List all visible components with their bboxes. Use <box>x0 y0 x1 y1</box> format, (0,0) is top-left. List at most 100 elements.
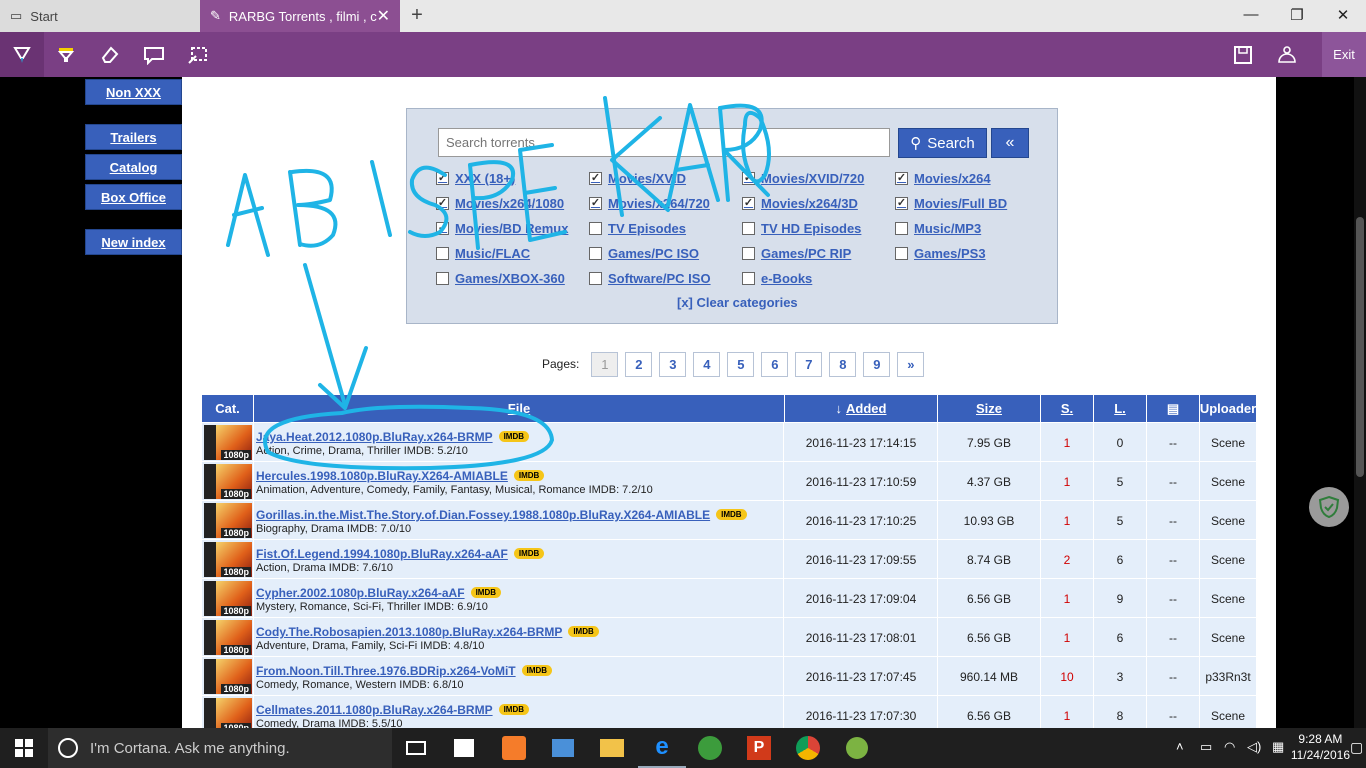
category-cell[interactable]: 1080p <box>202 462 254 501</box>
x264-1080p-category-icon[interactable]: 1080p <box>204 620 252 655</box>
header-added[interactable]: ↓ Added <box>785 395 938 422</box>
category-checkbox[interactable] <box>436 271 449 285</box>
category-checkbox[interactable]: ✓ <box>895 171 908 185</box>
page-scrollbar[interactable] <box>1354 77 1366 728</box>
highlighter-tool-icon[interactable] <box>44 32 88 77</box>
chrome-icon[interactable] <box>784 728 832 768</box>
category-label[interactable]: e-Books <box>761 271 812 286</box>
category-option[interactable]: ✓ Movies/Full BD <box>895 195 1007 211</box>
cortana-search-box[interactable]: I'm Cortana. Ask me anything. <box>48 728 392 768</box>
category-checkbox[interactable] <box>742 271 755 285</box>
category-option[interactable]: Games/XBOX-360 <box>436 270 565 286</box>
nav-box-office[interactable]: Box Office <box>85 184 182 210</box>
category-option[interactable]: TV HD Episodes <box>742 220 861 236</box>
imdb-badge[interactable]: IMDB <box>470 587 502 598</box>
scrollbar-thumb[interactable] <box>1356 217 1364 477</box>
x264-1080p-category-icon[interactable]: 1080p <box>204 542 252 577</box>
category-label[interactable]: TV HD Episodes <box>761 221 861 236</box>
category-cell[interactable]: 1080p <box>202 696 254 728</box>
category-label[interactable]: XXX (18+) <box>455 171 515 186</box>
file-link[interactable]: Hercules.1998.1080p.BluRay.X264-AMIABLE <box>256 469 508 483</box>
uploader-cell[interactable]: Scene <box>1200 579 1256 618</box>
battery-icon[interactable]: ▭ <box>1200 739 1212 755</box>
category-label[interactable]: Movies/x264/1080 <box>455 196 564 211</box>
page-link[interactable]: 2 <box>625 351 653 377</box>
category-option[interactable]: ✓ Movies/x264/3D <box>742 195 858 211</box>
category-checkbox[interactable]: ✓ <box>589 171 602 185</box>
collapse-search-button[interactable]: « <box>991 128 1029 158</box>
category-option[interactable]: Music/MP3 <box>895 220 981 236</box>
category-cell[interactable]: 1080p <box>202 501 254 540</box>
xampp-icon[interactable] <box>490 728 538 768</box>
store-icon[interactable] <box>440 728 488 768</box>
category-checkbox[interactable] <box>589 221 602 235</box>
header-seeders[interactable]: S. <box>1041 395 1094 422</box>
category-option[interactable]: Music/FLAC <box>436 245 530 261</box>
share-note-icon[interactable] <box>1265 32 1309 77</box>
page-link[interactable]: 4 <box>693 351 721 377</box>
category-checkbox[interactable]: ✓ <box>742 196 755 210</box>
header-size[interactable]: Size <box>938 395 1041 422</box>
category-checkbox[interactable] <box>742 221 755 235</box>
category-option[interactable]: Software/PC ISO <box>589 270 711 286</box>
tab-start[interactable]: ▭ Start <box>0 0 200 32</box>
close-tab-icon[interactable]: ✕ <box>377 6 390 26</box>
imdb-badge[interactable]: IMDB <box>521 665 553 676</box>
category-option[interactable]: e-Books <box>742 270 812 286</box>
header-file[interactable]: File <box>254 395 785 422</box>
imdb-badge[interactable]: IMDB <box>568 626 599 637</box>
imdb-badge[interactable]: IMDB <box>498 431 530 442</box>
system-clock[interactable]: 9:28 AM 11/24/2016 <box>1291 731 1350 763</box>
category-checkbox[interactable] <box>589 246 602 260</box>
remote-desktop-icon[interactable] <box>539 728 587 768</box>
file-link[interactable]: Cody.The.Robosapien.2013.1080p.BluRay.x2… <box>256 625 562 639</box>
new-tab-button[interactable]: + <box>405 4 429 27</box>
clear-categories-link[interactable]: [x] Clear categories <box>677 295 798 310</box>
imdb-badge[interactable]: IMDB <box>716 509 747 520</box>
page-link[interactable]: 3 <box>659 351 687 377</box>
category-checkbox[interactable]: ✓ <box>895 196 908 210</box>
close-window-icon[interactable]: ✕ <box>1328 6 1358 24</box>
category-checkbox[interactable] <box>742 246 755 260</box>
imdb-badge[interactable]: IMDB <box>513 470 545 481</box>
x264-1080p-category-icon[interactable]: 1080p <box>204 503 252 538</box>
category-checkbox[interactable]: ✓ <box>742 171 755 185</box>
category-option[interactable]: ✓ Movies/x264/1080 <box>436 195 564 211</box>
save-note-icon[interactable] <box>1221 32 1265 77</box>
android-studio-icon[interactable] <box>833 728 881 768</box>
category-option[interactable]: ✓ Movies/x264 <box>895 170 991 186</box>
page-link[interactable]: 5 <box>727 351 755 377</box>
category-label[interactable]: Games/PS3 <box>914 246 986 261</box>
category-checkbox[interactable]: ✓ <box>436 196 449 210</box>
page-link[interactable]: 1 <box>591 351 619 377</box>
category-label[interactable]: Movies/BD Remux <box>455 221 568 236</box>
search-button[interactable]: ⚲ Search <box>898 128 987 158</box>
search-input[interactable] <box>438 128 890 157</box>
imdb-badge[interactable]: IMDB <box>498 704 530 715</box>
category-label[interactable]: Games/PC ISO <box>608 246 699 261</box>
category-option[interactable]: ✓ XXX (18+) <box>436 170 515 186</box>
category-option[interactable]: ✓ Movies/x264/720 <box>589 195 710 211</box>
pen-tool-icon[interactable] <box>0 32 44 77</box>
network-app-icon[interactable] <box>686 728 734 768</box>
x264-1080p-category-icon[interactable]: 1080p <box>204 464 252 499</box>
file-link[interactable]: Gorillas.in.the.Mist.The.Story.of.Dian.F… <box>256 508 710 522</box>
category-label[interactable]: Movies/x264/3D <box>761 196 858 211</box>
uploader-cell[interactable]: p33Rn3t <box>1200 657 1256 696</box>
file-explorer-icon[interactable] <box>588 728 636 768</box>
file-link[interactable]: Cellmates.2011.1080p.BluRay.x264-BRMP <box>256 703 493 717</box>
category-checkbox[interactable] <box>436 246 449 260</box>
category-checkbox[interactable] <box>895 246 908 260</box>
x264-1080p-category-icon[interactable]: 1080p <box>204 425 252 460</box>
category-option[interactable]: Games/PC ISO <box>589 245 699 261</box>
category-checkbox[interactable]: ✓ <box>436 221 449 235</box>
category-label[interactable]: Software/PC ISO <box>608 271 711 286</box>
keyboard-icon[interactable]: ▦ <box>1272 739 1284 755</box>
uploader-cell[interactable]: Scene <box>1200 501 1256 540</box>
uploader-cell[interactable]: Scene <box>1200 462 1256 501</box>
uploader-cell[interactable]: Scene <box>1200 540 1256 579</box>
category-cell[interactable]: 1080p <box>202 579 254 618</box>
category-cell[interactable]: 1080p <box>202 618 254 657</box>
x264-1080p-category-icon[interactable]: 1080p <box>204 581 252 616</box>
category-option[interactable]: TV Episodes <box>589 220 686 236</box>
